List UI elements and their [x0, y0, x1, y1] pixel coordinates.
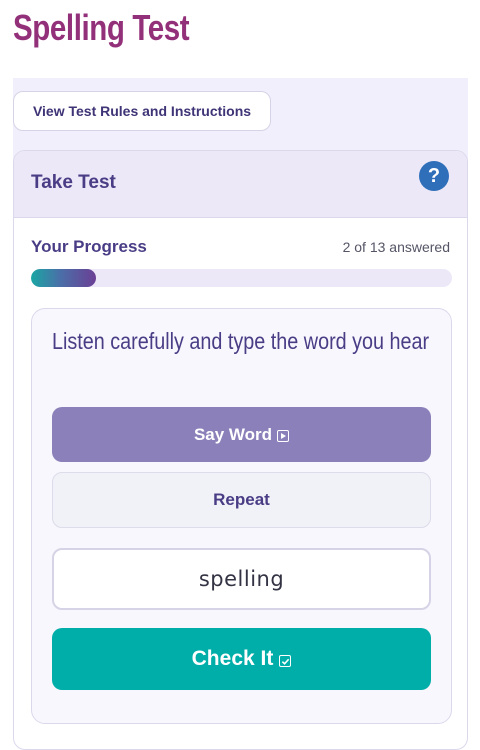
repeat-label: Repeat	[213, 490, 270, 509]
view-rules-button[interactable]: View Test Rules and Instructions	[13, 91, 271, 131]
progress-label: Your Progress	[31, 237, 147, 256]
card-title: Take Test	[31, 172, 116, 193]
answer-input[interactable]	[52, 548, 431, 610]
check-it-button[interactable]: Check It	[52, 628, 431, 690]
question-circle-icon[interactable]: ?	[419, 161, 449, 191]
progress-bar	[31, 269, 452, 287]
card-header: Take Test ?	[14, 151, 467, 218]
say-word-button[interactable]: Say Word	[52, 407, 431, 462]
question-panel: Listen carefully and type the word you h…	[31, 308, 452, 724]
progress-bar-fill	[31, 269, 96, 287]
take-test-card: Take Test ? Your Progress 2 of 13 answer…	[13, 150, 468, 750]
repeat-button[interactable]: Repeat	[52, 472, 431, 528]
page-title: Spelling Test	[13, 7, 190, 48]
play-box-icon	[277, 429, 290, 442]
progress-count: 2 of 13 answered	[342, 239, 450, 255]
question-instruction: Listen carefully and type the word you h…	[52, 328, 430, 354]
say-word-label: Say Word	[193, 424, 273, 444]
check-box-icon	[279, 655, 292, 667]
check-it-label: Check It	[191, 647, 274, 670]
